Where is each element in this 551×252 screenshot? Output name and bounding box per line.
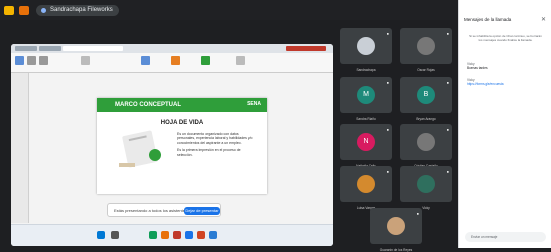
ribbon-icon[interactable]: [141, 56, 150, 65]
participant-tile[interactable]: ● Luisa Vargas: [340, 166, 392, 210]
ribbon-icon[interactable]: [236, 56, 245, 65]
avatar: [417, 133, 435, 151]
app-icon: [4, 6, 14, 15]
slide-brand-logo: SENA: [247, 101, 261, 107]
taskbar: [11, 224, 333, 246]
chat-input[interactable]: Enviar un mensaje: [465, 232, 546, 242]
slide-text-1: Es un documento organizado con datos per…: [177, 132, 253, 145]
mic-off-icon: ●: [446, 80, 449, 85]
taskbar-app-icon[interactable]: [161, 231, 169, 239]
slide-header-text: MARCO CONCEPTUAL: [115, 102, 181, 108]
taskbar-app-icon[interactable]: [209, 231, 217, 239]
chat-title: Mensajes de la llamada: [464, 17, 512, 22]
participant-tile[interactable]: ● Sandrachapa: [340, 28, 392, 72]
presenting-icon: [41, 8, 46, 13]
mic-off-icon: ●: [386, 80, 389, 85]
taskbar-app-icon[interactable]: [173, 231, 181, 239]
meeting-title: Sandrachapa Fileworks: [50, 7, 113, 13]
slide-thumbnails[interactable]: [11, 73, 29, 223]
close-icon[interactable]: ✕: [541, 16, 546, 23]
presenting-notice-text: Estás presentando a todos los asistentes: [114, 208, 187, 213]
start-icon[interactable]: [97, 231, 105, 239]
participant-name: Sandrachapa: [356, 68, 376, 72]
avatar: [417, 175, 435, 193]
chat-panel: Mensajes de la llamada ✕ Si se inhabilit…: [458, 0, 551, 248]
mic-off-icon: ●: [446, 31, 449, 36]
stop-presenting-button[interactable]: Dejar de presentar: [184, 207, 220, 215]
meeting-top-bar: Sandrachapa Fileworks: [0, 0, 458, 20]
window-controls[interactable]: [286, 46, 326, 51]
avatar: M: [357, 86, 375, 104]
taskbar-app-icon[interactable]: [185, 231, 193, 239]
mic-off-icon: ●: [386, 127, 389, 132]
ribbon-icon[interactable]: [171, 56, 180, 65]
taskbar-app-icon[interactable]: [149, 231, 157, 239]
chat-text: Buenas tardes: [467, 66, 488, 70]
participant-tile[interactable]: M ● Sandra Riaño: [340, 77, 392, 121]
ribbon-icon[interactable]: [15, 56, 24, 65]
participant-tile[interactable]: ● Oscar Rojas: [400, 28, 452, 72]
tab[interactable]: [15, 46, 37, 51]
chat-message: Vicky Buenas tardes: [467, 62, 488, 70]
ribbon-icon[interactable]: [81, 56, 90, 65]
slide-body: Es un documento organizado con datos per…: [177, 132, 253, 160]
participant-name: Bryan Arango: [416, 117, 436, 121]
chat-link[interactable]: https://forms.gle/encuesta: [467, 82, 504, 86]
browser-tabs: [11, 44, 333, 53]
slide: MARCO CONCEPTUAL SENA HOJA DE VIDA Es un…: [97, 98, 267, 194]
meeting-title-pill[interactable]: Sandrachapa Fileworks: [36, 5, 119, 16]
participant-tile[interactable]: B ● Bryan Arango: [400, 77, 452, 121]
participant-tile[interactable]: ●Cristian Castaño: [400, 124, 452, 168]
tab[interactable]: [39, 46, 61, 51]
slide-text-2: Es la primera impresión en el proceso de…: [177, 148, 241, 157]
chat-info: Si se inhabilita la opción de Chat conti…: [469, 34, 542, 42]
mic-off-icon: ●: [386, 169, 389, 174]
avatar: [387, 217, 405, 235]
resume-illustration: [119, 130, 161, 168]
participant-tile[interactable]: N●Nathalia Celis: [340, 124, 392, 168]
avatar: B: [417, 86, 435, 104]
tab[interactable]: [63, 46, 123, 51]
mic-off-icon: ●: [446, 127, 449, 132]
ribbon-icon[interactable]: [39, 56, 48, 65]
ppt-ribbon: [11, 53, 333, 73]
mic-off-icon: ●: [416, 211, 419, 216]
slide-title: HOJA DE VIDA: [160, 120, 204, 126]
participant-tile[interactable]: ● Guaranin de los Reyes: [370, 208, 422, 252]
participant-name: Sandra Riaño: [356, 117, 376, 121]
taskbar-app-icon[interactable]: [197, 231, 205, 239]
avatar: [417, 37, 435, 55]
participant-name: Oscar Rojas: [417, 68, 435, 72]
mic-off-icon: ●: [446, 169, 449, 174]
app-icon: [19, 6, 29, 15]
participant-name: Guaranin de los Reyes: [379, 248, 413, 252]
avatar: N: [357, 133, 375, 151]
mic-off-icon: ●: [386, 31, 389, 36]
avatar: [357, 37, 375, 55]
ribbon-icon[interactable]: [27, 56, 36, 65]
taskbar-app-icon[interactable]: [111, 231, 119, 239]
chat-message: Vicky https://forms.gle/encuesta: [467, 78, 504, 86]
ribbon-icon[interactable]: [201, 56, 210, 65]
participant-tile[interactable]: ● Vicky: [400, 166, 452, 210]
slide-header: MARCO CONCEPTUAL: [97, 98, 267, 112]
avatar: [357, 175, 375, 193]
